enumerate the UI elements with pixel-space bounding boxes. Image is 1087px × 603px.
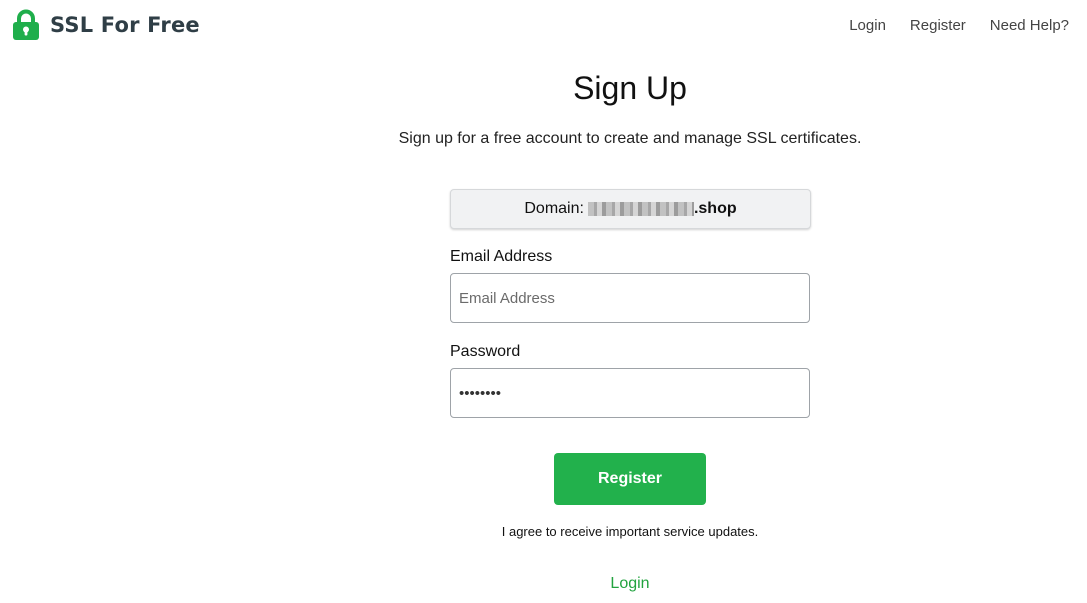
- page-title: Sign Up: [573, 70, 687, 106]
- password-label: Password: [450, 343, 521, 360]
- register-button[interactable]: Register: [554, 453, 706, 505]
- page-subtitle: Sign up for a free account to create and…: [398, 130, 862, 147]
- signup-form: Domain: .shop Email Address Password: [450, 189, 811, 418]
- agree-text: I agree to receive important service upd…: [501, 524, 759, 539]
- page: SSL For Free Login Register Need Help? S…: [0, 0, 1087, 603]
- site-logo[interactable]: SSL For Free: [12, 9, 200, 41]
- nav-help-link[interactable]: Need Help?: [990, 17, 1069, 34]
- padlock-icon: [12, 9, 40, 41]
- email-label: Email Address: [450, 248, 553, 265]
- domain-display: Domain: .shop: [450, 189, 811, 229]
- logo-text: SSL For Free: [50, 13, 200, 37]
- domain-label: Domain:: [524, 200, 584, 217]
- top-nav: Login Register Need Help?: [849, 17, 1069, 34]
- domain-value: .shop: [693, 200, 737, 217]
- nav-login-link[interactable]: Login: [849, 17, 886, 34]
- password-field[interactable]: [450, 368, 810, 418]
- email-field[interactable]: [450, 273, 810, 323]
- nav-register-link[interactable]: Register: [910, 17, 966, 34]
- domain-redacted: [587, 202, 694, 216]
- login-link[interactable]: Login: [0, 575, 1087, 593]
